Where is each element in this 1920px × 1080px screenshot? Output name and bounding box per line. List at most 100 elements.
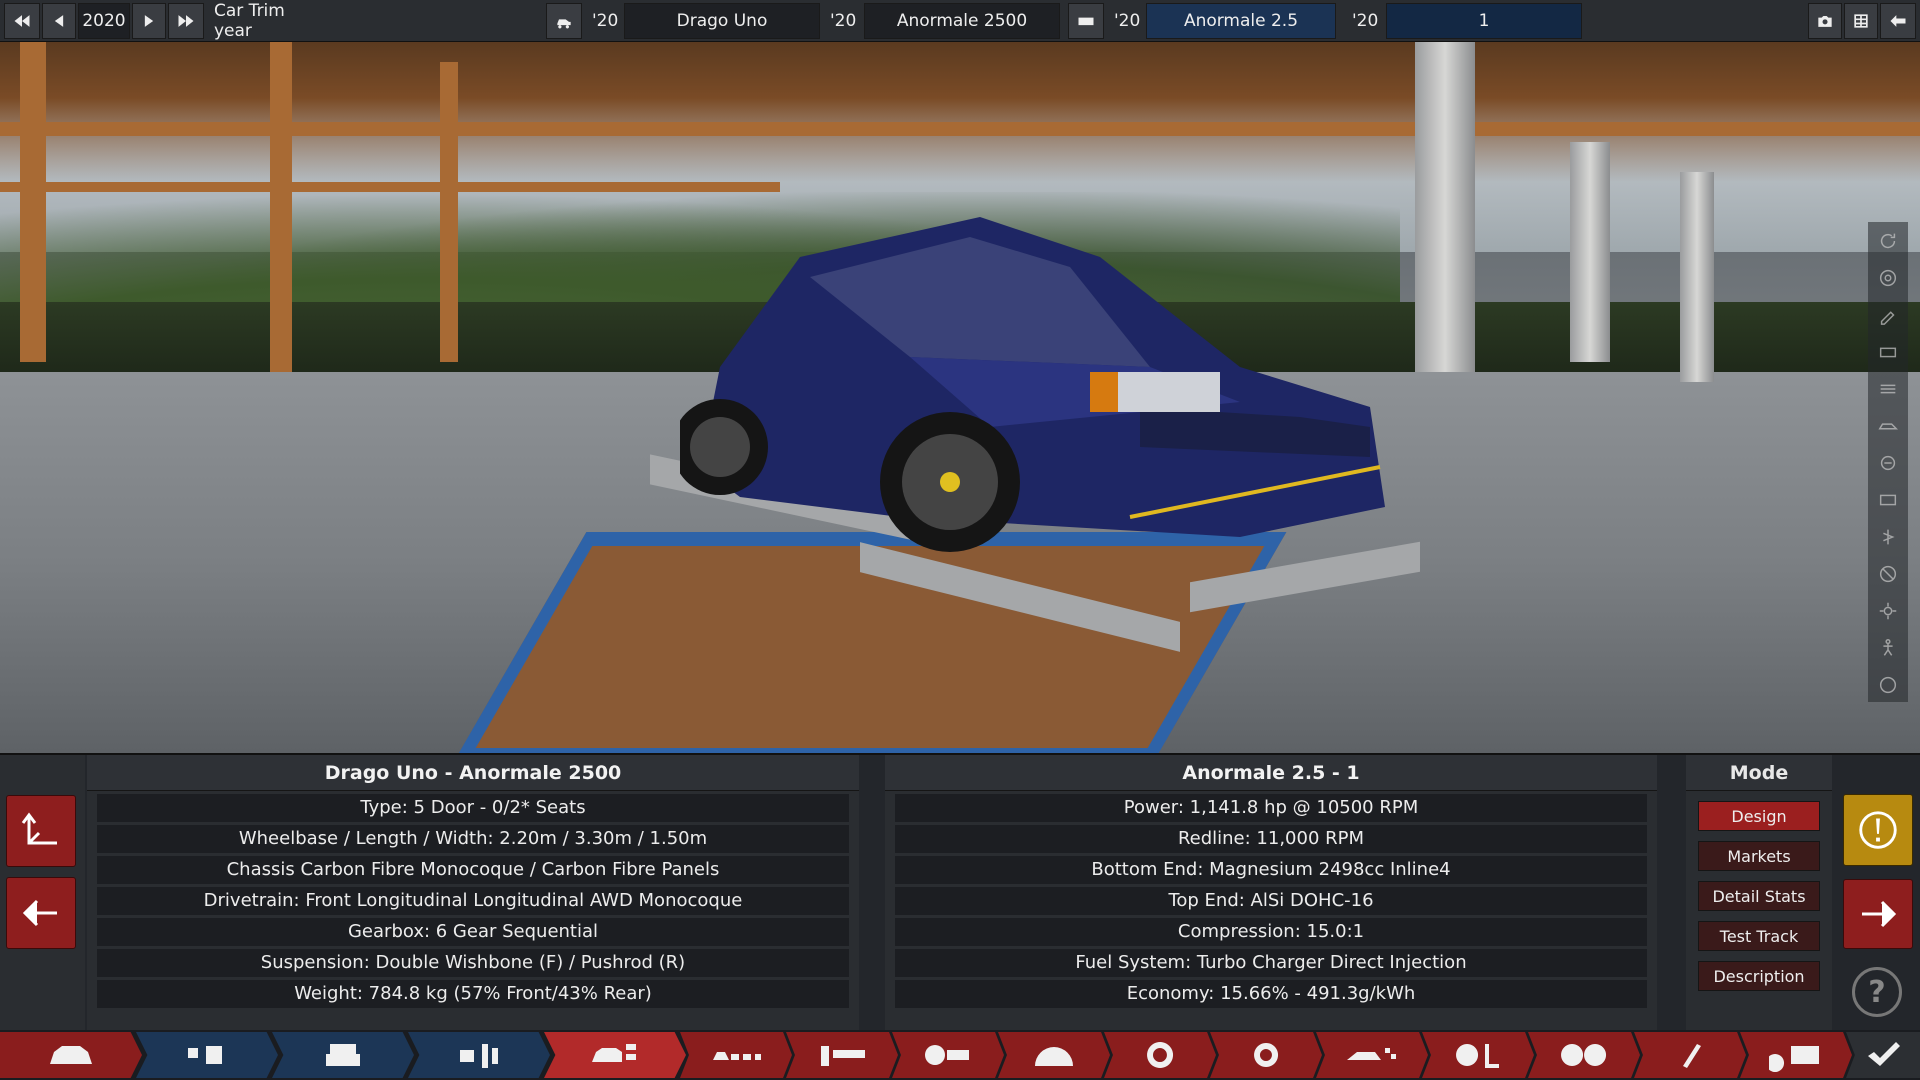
mode-design-button[interactable]: Design	[1698, 801, 1820, 831]
paint-view-button[interactable]	[1868, 296, 1908, 333]
nav-engine-block[interactable]	[272, 1032, 414, 1078]
last-year-button[interactable]	[168, 3, 204, 39]
variant-name-field[interactable]: 1	[1386, 3, 1582, 39]
engine-button[interactable]	[1068, 3, 1104, 39]
nav-aero[interactable]	[1316, 1032, 1428, 1078]
warnings-button[interactable]	[1843, 794, 1913, 866]
nav-car-design[interactable]	[544, 1032, 686, 1078]
mode-detail-stats-button[interactable]: Detail Stats	[1698, 881, 1820, 911]
help-button[interactable]: ?	[1852, 967, 1902, 1017]
pillar	[1415, 42, 1475, 372]
car-info-row: Drivetrain: Front Longitudinal Longitudi…	[97, 887, 849, 915]
nav-paint[interactable]	[1634, 1032, 1746, 1078]
nav-chassis[interactable]	[680, 1032, 792, 1078]
engine-info-row: Power: 1,141.8 hp @ 10500 RPM	[895, 794, 1647, 822]
first-icon	[14, 15, 30, 27]
drivetrain-icon	[925, 1045, 969, 1065]
nav-engine-tune[interactable]	[408, 1032, 550, 1078]
first-year-button[interactable]	[4, 3, 40, 39]
previous-year-button[interactable]	[42, 3, 76, 39]
mode-column: Mode Design Markets Detail Stats Test Tr…	[1686, 755, 1832, 1032]
nav-engine-parts[interactable]	[136, 1032, 278, 1078]
trim-name-field[interactable]: Anormale 2500	[864, 3, 1060, 39]
nav-wheels[interactable]	[1104, 1032, 1216, 1078]
axes-icon	[21, 812, 57, 845]
nav-suspension[interactable]	[786, 1032, 898, 1078]
camera-icon	[1818, 16, 1832, 27]
gearbox-view-button[interactable]	[1868, 481, 1908, 518]
nav-testing[interactable]	[1740, 1032, 1852, 1078]
aero-icon	[1347, 1048, 1396, 1060]
suspension-view-button[interactable]	[1868, 518, 1908, 555]
top-bar: 2020 Car Trim year '20 Drago Uno '20 Ano…	[0, 0, 1920, 42]
camera-button[interactable]	[1808, 3, 1842, 39]
car-info-row: Type: 5 Door - 0/2* Seats	[97, 794, 849, 822]
driver-view-button[interactable]	[1868, 629, 1908, 666]
engine-info-row: Top End: AlSi DOHC-16	[895, 887, 1647, 915]
engine-parts-icon	[188, 1046, 222, 1064]
engine-info-row: Bottom End: Magnesium 2498cc Inline4	[895, 856, 1647, 884]
previous-step-button[interactable]	[6, 877, 76, 949]
window-frame	[20, 42, 46, 362]
view-tools-column	[1868, 222, 1908, 702]
left-action-column	[0, 755, 85, 1032]
car-info-row: Wheelbase / Length / Width: 2.20m / 3.30…	[97, 825, 849, 853]
arrow-left-icon	[22, 899, 57, 927]
nav-interior[interactable]	[1422, 1032, 1534, 1078]
back-icon	[1890, 15, 1906, 27]
car-viewport[interactable]	[0, 42, 1920, 753]
engine-block-icon	[326, 1044, 360, 1066]
rotate-icon	[1880, 233, 1896, 248]
ceiling-beam	[0, 182, 780, 192]
arrow-right-icon	[1862, 900, 1897, 928]
next-step-button[interactable]	[1843, 879, 1913, 949]
circle-view-button[interactable]	[1868, 666, 1908, 703]
mode-markets-button[interactable]: Markets	[1698, 841, 1820, 871]
trim-year: '20	[822, 3, 862, 39]
chassis-icon	[1880, 384, 1896, 393]
nav-brakes[interactable]	[1210, 1032, 1322, 1078]
body-view-button[interactable]	[1868, 407, 1908, 444]
engine-info-row: Redline: 11,000 RPM	[895, 825, 1647, 853]
next-year-button[interactable]	[132, 3, 166, 39]
back-button[interactable]	[1880, 3, 1916, 39]
mode-test-track-button[interactable]: Test Track	[1698, 921, 1820, 951]
nav-car-body[interactable]	[0, 1032, 142, 1078]
pillar	[1680, 172, 1714, 382]
gearbox-icon	[1879, 494, 1897, 505]
settings-view-button[interactable]	[1868, 592, 1908, 629]
engine-info-row: Fuel System: Turbo Charger Direct Inject…	[895, 949, 1647, 977]
car-body-icon	[1878, 422, 1899, 429]
engine-info-row: Economy: 15.66% - 491.3g/kWh	[895, 980, 1647, 1008]
suspension-icon	[821, 1046, 865, 1066]
nav-safety[interactable]	[1528, 1032, 1640, 1078]
brake-icon	[1880, 455, 1896, 470]
paint-icon	[1880, 310, 1895, 325]
gearbox-icon	[1035, 1047, 1073, 1066]
axes-view-button[interactable]	[6, 795, 76, 867]
model-name-field[interactable]: Drago Uno	[624, 3, 820, 39]
wheel-view-button[interactable]	[1868, 259, 1908, 296]
car-info-title: Drago Uno - Anormale 2500	[87, 755, 859, 791]
brake-view-button[interactable]	[1868, 444, 1908, 481]
finish-icon	[1868, 1042, 1900, 1066]
engine-icon	[1078, 17, 1094, 26]
mode-description-button[interactable]: Description	[1698, 961, 1820, 991]
car-model-button[interactable]	[546, 3, 582, 39]
engine-name-field[interactable]: Anormale 2.5	[1146, 3, 1336, 39]
nav-gearbox[interactable]	[998, 1032, 1110, 1078]
spreadsheet-icon	[1854, 14, 1868, 28]
chassis-view-button[interactable]	[1868, 370, 1908, 407]
tire-view-button[interactable]	[1868, 555, 1908, 592]
variant-year: '20	[1344, 3, 1384, 39]
spreadsheet-button[interactable]	[1844, 3, 1878, 39]
nav-drivetrain[interactable]	[892, 1032, 1004, 1078]
engine-view-button[interactable]	[1868, 333, 1908, 370]
interior-icon	[1456, 1044, 1499, 1068]
window-frame	[440, 62, 458, 362]
circle-icon	[1879, 676, 1897, 693]
rotate-view-button[interactable]	[1868, 222, 1908, 259]
engine-info-column: Anormale 2.5 - 1 Power: 1,141.8 hp @ 105…	[885, 755, 1657, 1032]
info-panel: Drago Uno - Anormale 2500 Type: 5 Door -…	[0, 753, 1920, 1032]
nav-finish[interactable]	[1846, 1032, 1920, 1078]
